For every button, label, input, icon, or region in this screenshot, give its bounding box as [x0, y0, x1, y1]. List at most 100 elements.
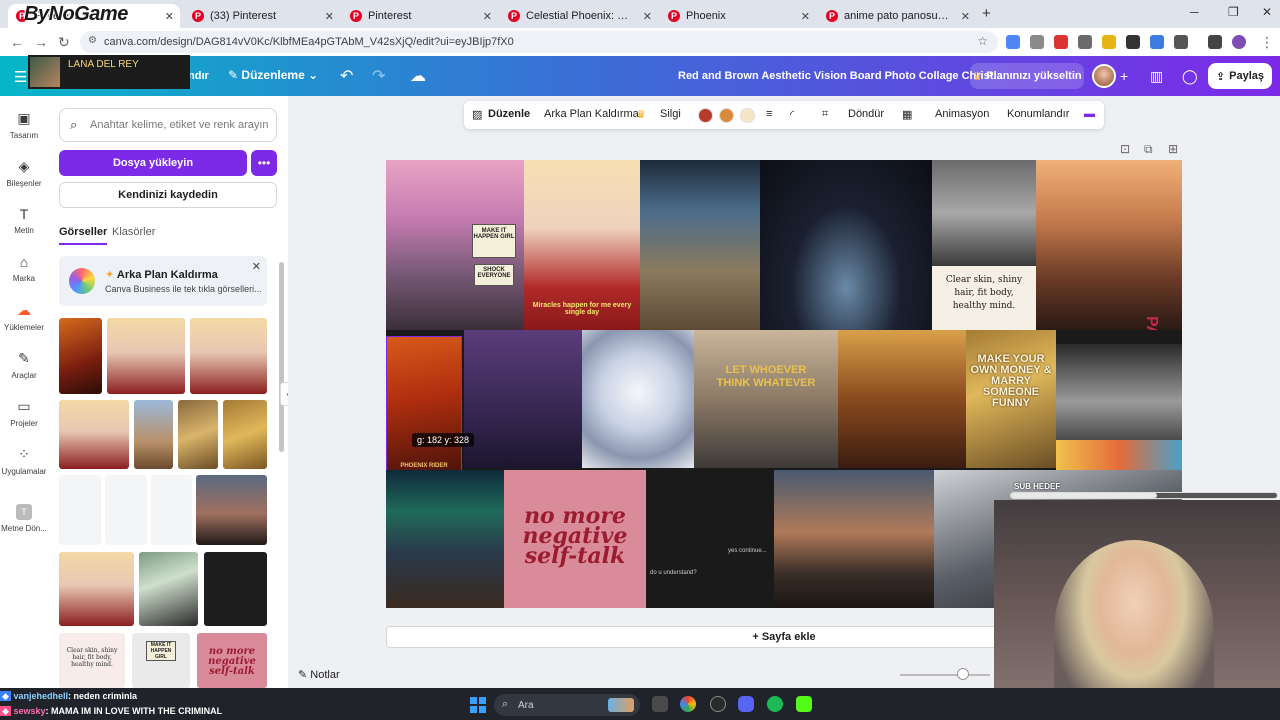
discord-icon[interactable]	[738, 696, 754, 712]
photo-tile-woman[interactable]	[1056, 344, 1182, 440]
reload-icon[interactable]: ↻	[58, 34, 70, 51]
extension-record-icon[interactable]	[1054, 35, 1068, 49]
border-style-icon[interactable]: ≡	[766, 108, 772, 120]
photo-tile-phoenix[interactable]: PHOENIX RIDER	[386, 336, 462, 474]
browser-menu-icon[interactable]: ⋮	[1260, 34, 1274, 51]
rail-item-apps[interactable]: ⁘ Uygulamalar	[0, 446, 48, 476]
color-swatch-red[interactable]	[698, 108, 713, 123]
zoom-slider-track[interactable]	[900, 674, 990, 676]
url-field[interactable]: ⚙ canva.com/design/DAG814vV0Kc/KlbfMEa4p…	[80, 31, 998, 53]
photo-tile-fuji[interactable]: MAKE IT HAPPEN GIRL SHOCK EVERYONE	[386, 160, 524, 330]
crop-icon[interactable]: ⌗	[822, 108, 828, 121]
upload-thumbnail[interactable]: MAKE IT HAPPEN GIRL	[132, 633, 190, 688]
more-options-button[interactable]: •••	[251, 150, 277, 176]
animate-button[interactable]: Animasyon	[935, 108, 989, 120]
panel-scrollbar[interactable]	[279, 262, 284, 452]
rail-item-tools[interactable]: ✎ Araçlar	[0, 350, 48, 380]
erase-button[interactable]: Silgi	[660, 108, 681, 120]
photo-tile-anime-girl[interactable]: Miracles happen for me every single day	[524, 160, 640, 330]
photo-tile-concert[interactable]	[760, 160, 932, 330]
photo-tile-let-whoever[interactable]: LET WHOEVER THINK WHATEVER	[694, 330, 838, 468]
rotate-button[interactable]: Döndür	[848, 108, 884, 120]
browser-tab-phoenix[interactable]: P Phoenix ✕	[660, 4, 816, 28]
add-page-icon[interactable]: ⊞	[1168, 142, 1178, 156]
zoom-slider-handle[interactable]	[957, 668, 969, 680]
extension-icon[interactable]	[1126, 35, 1140, 49]
bookmark-star-icon[interactable]: ☆	[977, 34, 988, 48]
close-icon[interactable]: ✕	[483, 10, 492, 23]
upload-thumbnail[interactable]	[204, 552, 267, 626]
rail-item-projects[interactable]: ▭ Projeler	[0, 398, 48, 428]
download-icon[interactable]	[1208, 35, 1222, 49]
maximize-icon[interactable]: ❐	[1228, 5, 1239, 19]
close-icon[interactable]: ✕	[325, 10, 334, 23]
upload-thumbnail[interactable]	[59, 475, 101, 545]
extensions-puzzle-icon[interactable]	[1174, 35, 1188, 49]
upload-thumbnail[interactable]	[59, 552, 134, 626]
close-icon[interactable]: ✕	[643, 10, 652, 23]
rail-item-elements[interactable]: ◈ Bileşenler	[0, 158, 48, 188]
upload-thumbnail[interactable]	[223, 400, 267, 469]
upload-thumbnail[interactable]	[196, 475, 267, 545]
file-menu-fragment[interactable]: ndır	[188, 70, 209, 82]
photo-tile-aurora[interactable]	[386, 470, 504, 608]
site-info-icon[interactable]: ⚙	[88, 35, 97, 46]
notes-button[interactable]: ✎ Notlar	[298, 668, 340, 681]
corner-rounding-icon[interactable]: ◜	[790, 108, 794, 121]
color-swatch-cream[interactable]	[740, 108, 755, 123]
photo-tile-singer[interactable]	[464, 330, 582, 468]
taskbar-search-input[interactable]: ⌕ Ara	[494, 694, 640, 716]
upload-thumbnail[interactable]	[59, 400, 129, 469]
upload-files-button[interactable]: Dosya yükleyin	[59, 150, 247, 176]
upload-thumbnail[interactable]	[134, 400, 173, 469]
rail-item-text-convert[interactable]: T Metne Dön...	[0, 504, 48, 533]
photo-tile-make-money[interactable]: MAKE YOUR OWN MONEY & MARRY SOMEONE FUNN…	[966, 330, 1056, 468]
spotify-icon[interactable]	[767, 696, 783, 712]
rail-item-uploads[interactable]: ☁ Yüklemeler	[0, 302, 48, 332]
undo-icon[interactable]: ↶	[340, 66, 353, 86]
task-view-icon[interactable]	[652, 696, 668, 712]
photo-tile-colosseum[interactable]: PARCELS	[1036, 160, 1182, 330]
photo-tile-no-more[interactable]: no more negative self-talk	[504, 470, 646, 608]
insights-chart-icon[interactable]: ▥	[1150, 68, 1163, 85]
tab-images[interactable]: Görseller	[59, 226, 108, 245]
rail-item-text[interactable]: T Metin	[0, 206, 48, 235]
photo-tile-silhouettes[interactable]: yes continue... do u understand?	[646, 470, 774, 608]
upload-thumbnail[interactable]	[190, 318, 267, 394]
app-icon[interactable]	[710, 696, 726, 712]
extension-icon[interactable]	[1030, 35, 1044, 49]
position-button[interactable]: Konumlandır	[1007, 108, 1069, 120]
profile-avatar-icon[interactable]	[1232, 35, 1246, 49]
menu-hamburger-icon[interactable]: ☰	[14, 68, 27, 86]
cloud-sync-icon[interactable]: ☁	[410, 66, 426, 86]
upload-thumbnail[interactable]	[59, 318, 102, 394]
window-close-icon[interactable]: ✕	[1262, 5, 1272, 19]
edit-image-button[interactable]: Düzenle	[488, 108, 530, 120]
rail-item-brand[interactable]: ⌂ Marka	[0, 254, 48, 283]
search-input[interactable]: ⌕ Anahtar kelime, etiket ve renk arayın	[59, 108, 277, 142]
upload-thumbnail[interactable]	[151, 475, 192, 545]
photo-tile-bouquet[interactable]	[582, 330, 694, 468]
upload-thumbnail[interactable]	[139, 552, 198, 626]
windows-start-icon[interactable]	[470, 697, 486, 713]
paint-roller-icon[interactable]: ▬	[1084, 108, 1095, 120]
upload-thumbnail[interactable]	[178, 400, 218, 469]
user-avatar[interactable]	[1092, 64, 1116, 88]
upload-thumbnail[interactable]	[105, 475, 147, 545]
color-swatch-orange[interactable]	[719, 108, 734, 123]
add-collaborator-icon[interactable]: +	[1120, 68, 1128, 84]
kick-live-icon[interactable]	[796, 696, 812, 712]
redo-icon[interactable]: ↷	[372, 66, 385, 86]
photo-tile-bonfire[interactable]	[774, 470, 934, 608]
record-yourself-button[interactable]: Kendinizi kaydedin	[59, 182, 277, 208]
photo-tile-clear-skin[interactable]: Clear skin, shiny hair, fit body, health…	[932, 266, 1036, 330]
browser-tab-pinterest-2[interactable]: P (33) Pinterest ✕	[184, 4, 340, 28]
extension-icon[interactable]	[1078, 35, 1092, 49]
close-icon[interactable]: ✕	[801, 10, 810, 23]
photo-tile-carnival[interactable]	[838, 330, 966, 468]
close-icon[interactable]: ✕	[961, 10, 970, 23]
upgrade-plan-button[interactable]: ♛ Planınızı yükseltin	[970, 63, 1084, 89]
new-tab-plus-icon[interactable]: +	[982, 5, 991, 22]
share-button[interactable]: ⇪ Paylaş	[1208, 63, 1272, 89]
browser-tab-anime-pato[interactable]: P anime pato panosundaki Pin ✕	[818, 4, 976, 28]
